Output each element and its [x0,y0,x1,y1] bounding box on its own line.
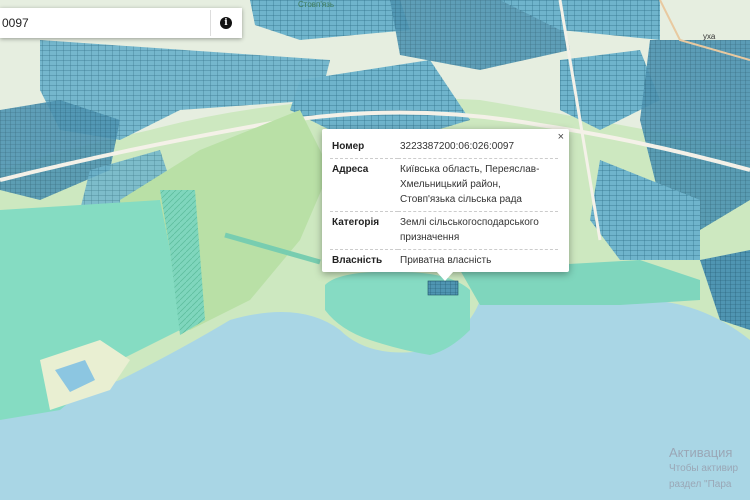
parcel-info-popup: × Номер 3223387200:06:026:0097 Адреса Ки… [322,129,569,272]
popup-pointer [436,271,454,281]
info-button[interactable]: i [211,8,241,38]
close-icon[interactable]: × [558,131,564,143]
search-bar: i [0,8,242,38]
map-label-village: уха [703,32,716,41]
row-key: Номер [332,141,365,152]
table-row: Власність Приватна власність [330,250,558,273]
activation-watermark-text: Чтобы активир [669,463,739,474]
table-row: Номер 3223387200:06:026:0097 [330,136,558,159]
search-input[interactable] [0,10,202,36]
row-value: Київська область, Переяслав-Хмельницький… [400,164,540,205]
map-label-village: Стовп'язь [298,0,335,9]
table-row: Адреса Київська область, Переяслав-Хмель… [330,159,558,212]
row-key: Власність [332,255,383,266]
activation-watermark-text: раздел "Пара [669,479,732,490]
row-value: 3223387200:06:026:0097 [400,141,515,152]
selected-parcel[interactable] [427,280,459,296]
row-key: Категорія [332,217,380,228]
row-value: Приватна власність [400,255,492,266]
row-key: Адреса [332,164,369,175]
info-icon: i [220,17,232,29]
row-value: Землі сільськогосподарського призначення [400,217,539,243]
table-row: Категорія Землі сільськогосподарського п… [330,212,558,250]
parcel-info-table: Номер 3223387200:06:026:0097 Адреса Київ… [330,136,558,272]
activation-watermark-title: Активация [669,445,733,460]
